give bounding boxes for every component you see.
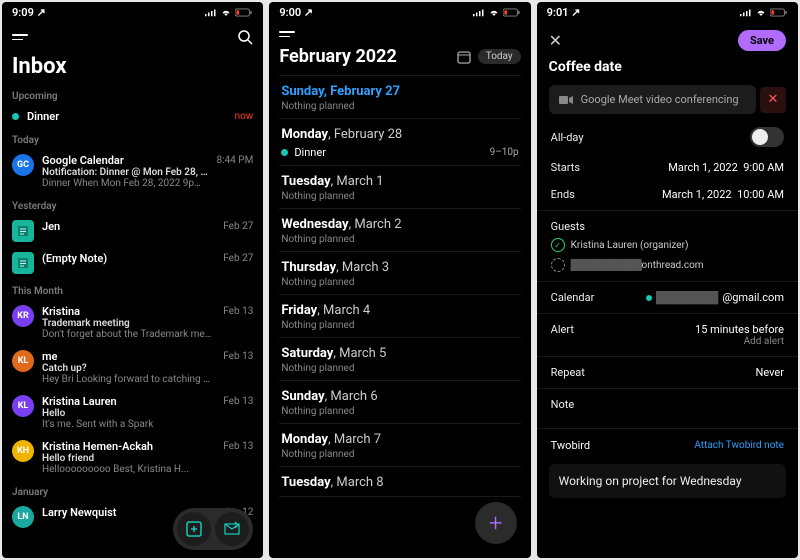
check-circle-icon: ✓ xyxy=(551,238,565,252)
guest-row[interactable]: ██████████onthread.com xyxy=(537,255,798,275)
battery-low-icon xyxy=(235,8,253,17)
avatar: KR xyxy=(12,305,34,327)
status-right xyxy=(205,8,253,17)
signal-icon xyxy=(473,8,485,17)
signal-icon xyxy=(740,8,752,17)
calendar-day[interactable]: Friday, March 4Nothing planned xyxy=(269,295,530,337)
twobird-row: Twobird Attach Twobird note xyxy=(537,431,798,460)
wifi-icon xyxy=(220,8,232,17)
menu-icon[interactable] xyxy=(12,34,28,40)
event-dot-icon xyxy=(281,149,288,156)
pending-circle-icon xyxy=(551,258,565,272)
guest-row[interactable]: ✓ Kristina Lauren (organizer) xyxy=(537,235,798,255)
compose-note-button[interactable] xyxy=(177,512,211,546)
clock: 9:09 xyxy=(12,6,34,19)
battery-low-icon xyxy=(503,8,521,17)
status-bar: 9:01 ↗ xyxy=(537,2,798,22)
battery-low-icon xyxy=(770,8,788,17)
avatar: GC xyxy=(12,154,34,176)
repeat-row[interactable]: Repeat Never xyxy=(537,359,798,386)
video-icon xyxy=(559,95,573,105)
calendar-day[interactable]: Saturday, March 5Nothing planned xyxy=(269,338,530,380)
search-icon[interactable] xyxy=(237,29,253,45)
calendar-view-icon[interactable] xyxy=(456,49,472,65)
list-item[interactable]: KLmeCatch up?Hey Bri Looking forward to … xyxy=(2,346,263,391)
section-label: Yesterday xyxy=(2,195,263,216)
clock: 9:01 xyxy=(547,6,569,19)
alert-row[interactable]: Alert 15 minutes before Add alert xyxy=(537,316,798,354)
calendar-event[interactable]: Dinner9–10p xyxy=(281,146,518,159)
list-item[interactable]: KLKristina LaurenHelloIt's me. Sent with… xyxy=(2,391,263,436)
avatar: KH xyxy=(12,440,34,462)
inbox-list[interactable]: UpcomingDinnernowTodayGCGoogle CalendarN… xyxy=(2,85,263,558)
list-item[interactable]: KHKristina Hemen-AckahHello friendHelloo… xyxy=(2,436,263,481)
close-icon[interactable]: ✕ xyxy=(549,31,562,50)
inbox-screen: 9:09 ↗ Inbox UpcomingDinnernowTodayGCGoo… xyxy=(2,2,263,558)
calendar-day[interactable]: Monday, March 7Nothing planned xyxy=(269,424,530,466)
google-meet-label[interactable]: Google Meet video conferencing xyxy=(581,93,739,106)
calendar-row[interactable]: Calendar ████████@gmail.com xyxy=(537,284,798,311)
add-alert-button[interactable]: Add alert xyxy=(695,336,784,347)
calendar-color-dot xyxy=(646,295,652,301)
guests-label: Guests xyxy=(551,220,585,233)
clock: 9:00 xyxy=(279,6,301,19)
list-item[interactable]: JenFeb 27 xyxy=(2,216,263,248)
note-row: Note xyxy=(537,391,798,418)
fab-group xyxy=(173,508,253,550)
all-day-row[interactable]: All-day xyxy=(537,120,798,154)
note-input[interactable]: Working on project for Wednesday xyxy=(549,464,786,498)
wifi-icon xyxy=(488,8,500,17)
location-icon: ↗ xyxy=(304,6,313,19)
note-icon xyxy=(12,252,34,274)
event-edit-screen: 9:01 ↗ ✕ Save Coffee date Google Meet vi… xyxy=(537,2,798,558)
wifi-icon xyxy=(755,8,767,17)
menu-icon[interactable] xyxy=(279,31,295,37)
note-icon xyxy=(12,220,34,242)
section-label: This Month xyxy=(2,280,263,301)
inbox-toolbar xyxy=(2,22,263,52)
event-dot-icon xyxy=(12,113,19,120)
calendar-day[interactable]: Thursday, March 3Nothing planned xyxy=(269,252,530,294)
starts-row[interactable]: Starts March 1, 2022 9:00 AM xyxy=(537,154,798,181)
save-button[interactable]: Save xyxy=(738,30,786,51)
list-item[interactable]: KRKristinaTrademark meetingDon't forget … xyxy=(2,301,263,346)
calendar-day[interactable]: Tuesday, March 8 xyxy=(269,467,530,496)
avatar: LN xyxy=(12,506,34,528)
calendar-day[interactable]: Monday, February 28Dinner9–10p xyxy=(269,119,530,165)
avatar: KL xyxy=(12,350,34,372)
month-title[interactable]: February 2022 xyxy=(279,46,396,67)
page-title: Inbox xyxy=(2,52,263,85)
status-bar: 9:00 ↗ xyxy=(269,2,530,22)
event-title[interactable]: Coffee date xyxy=(537,55,798,85)
compose-mail-button[interactable] xyxy=(215,512,249,546)
location-icon: ↗ xyxy=(37,6,46,19)
calendar-day[interactable]: Tuesday, March 1Nothing planned xyxy=(269,166,530,208)
all-day-toggle[interactable] xyxy=(750,127,784,147)
location-icon: ↗ xyxy=(571,6,580,19)
add-event-button[interactable]: + xyxy=(475,502,517,544)
signal-icon xyxy=(205,8,217,17)
calendar-day[interactable]: Sunday, February 27Nothing planned xyxy=(269,76,530,118)
section-label: Today xyxy=(2,129,263,150)
calendar-toolbar xyxy=(269,22,530,46)
list-item[interactable]: (Empty Note)Feb 27 xyxy=(2,248,263,280)
list-item[interactable]: GCGoogle CalendarNotification: Dinner @ … xyxy=(2,150,263,195)
section-label: Upcoming xyxy=(2,85,263,106)
today-button[interactable]: Today xyxy=(478,49,521,64)
calendar-list[interactable]: Sunday, February 27Nothing plannedMonday… xyxy=(269,76,530,558)
section-label: January xyxy=(2,481,263,502)
status-bar: 9:09 ↗ xyxy=(2,2,263,22)
calendar-day[interactable]: Sunday, March 6Nothing planned xyxy=(269,381,530,423)
calendar-screen: 9:00 ↗ February 2022 Today Sunday, Febru… xyxy=(269,2,530,558)
ends-row[interactable]: Ends March 1, 2022 10:00 AM xyxy=(537,181,798,208)
remove-meet-button[interactable]: ✕ xyxy=(760,87,786,113)
attach-twobird-button[interactable]: Attach Twobird note xyxy=(694,440,784,451)
list-item[interactable]: Dinnernow xyxy=(2,106,263,129)
calendar-day[interactable]: Wednesday, March 2Nothing planned xyxy=(269,209,530,251)
avatar: KL xyxy=(12,395,34,417)
